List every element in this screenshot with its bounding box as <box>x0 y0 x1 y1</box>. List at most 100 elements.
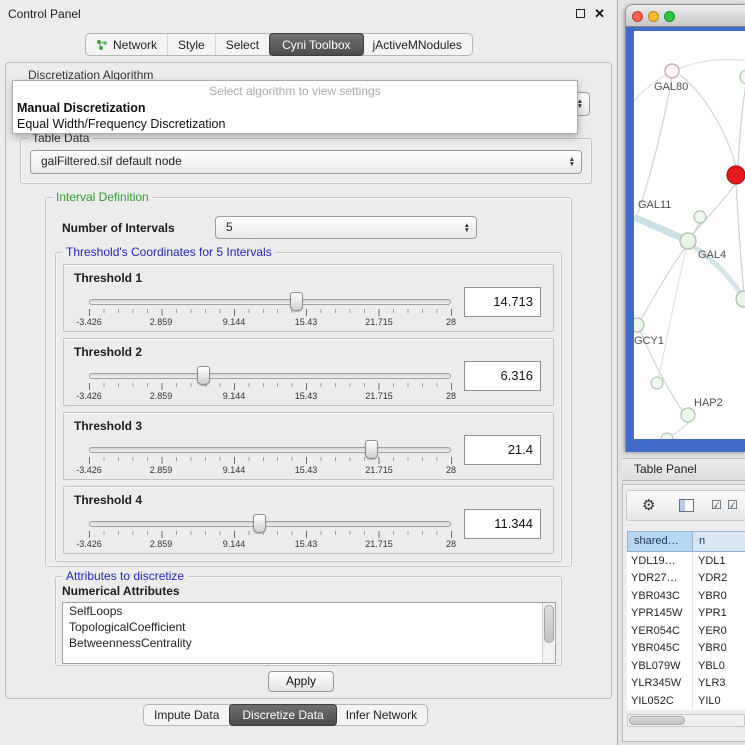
tab-discretize-data[interactable]: Discretize Data <box>229 704 336 726</box>
list-item-selfloops[interactable]: SelfLoops <box>63 603 555 619</box>
network-canvas[interactable]: GAL80 GAL11 GAL4 GCY1 HAP2 <box>634 31 745 439</box>
threshold-3-slider-track[interactable] <box>89 447 451 453</box>
table-row[interactable]: YDR27…YDR2 <box>627 570 745 588</box>
number-of-intervals-label: Number of Intervals <box>62 221 175 235</box>
threshold-1-value-field[interactable]: 14.713 <box>464 287 541 317</box>
threshold-1-panel: Threshold 1 -3.426 2.859 9.144 15.43 21.… <box>63 264 554 332</box>
scale-label: -3.426 <box>67 317 111 327</box>
node-label-gal11: GAL11 <box>638 199 671 211</box>
threshold-4-slider-track[interactable] <box>89 521 451 527</box>
slider-tick-marks <box>89 309 452 316</box>
scale-label: 21.715 <box>357 391 401 401</box>
scale-label: 28 <box>429 465 473 475</box>
network-window-titlebar[interactable] <box>625 4 745 27</box>
scrollbar-thumb[interactable] <box>629 716 685 725</box>
scale-label: 15.43 <box>284 465 328 475</box>
scale-label: 2.859 <box>139 539 183 549</box>
table-data-combobox[interactable]: galFiltered.sif default node ▲▼ <box>30 150 582 174</box>
scale-label: -3.426 <box>67 391 111 401</box>
threshold-4-label: Threshold 4 <box>74 493 142 507</box>
algorithm-dropdown-popup: Select algorithm to view settings Manual… <box>12 80 578 134</box>
network-tab-icon <box>96 39 108 51</box>
table-row[interactable]: YBR045CYBR0 <box>627 640 745 658</box>
column-chooser-icon[interactable] <box>679 499 694 512</box>
network-view-frame: GAL80 GAL11 GAL4 GCY1 HAP2 <box>625 27 745 452</box>
tab-style[interactable]: Style <box>168 34 216 55</box>
node-label-gal80: GAL80 <box>654 81 688 93</box>
combo-stepper-icon[interactable]: ▲▼ <box>569 157 575 167</box>
threshold-3-value-field[interactable]: 21.4 <box>464 435 541 465</box>
threshold-2-label: Threshold 2 <box>74 345 142 359</box>
close-icon[interactable]: ✕ <box>594 6 605 22</box>
table-row[interactable]: YLR345WYLR3 <box>627 675 745 693</box>
cyni-bottom-tabbar: Impute Data Discretize Data Infer Networ… <box>143 704 428 726</box>
gear-icon[interactable]: ⚙ <box>642 496 655 514</box>
list-vertical-scrollbar[interactable] <box>542 603 555 663</box>
scale-label: 15.43 <box>284 539 328 549</box>
tab-impute-data[interactable]: Impute Data <box>144 705 230 725</box>
table-row[interactable]: YDL19…YDL1 <box>627 552 745 570</box>
screen: Control Panel ✕ Network Style Select Cyn… <box>0 0 745 745</box>
scale-label: 21.715 <box>357 317 401 327</box>
slider-tick-marks <box>89 531 452 538</box>
window-title: Control Panel <box>8 7 81 21</box>
table-panel-titlebar[interactable]: Table Panel <box>622 458 745 481</box>
table-horizontal-scrollbar[interactable] <box>627 714 745 727</box>
scale-label: -3.426 <box>67 465 111 475</box>
list-item-betweennesscentrality[interactable]: BetweennessCentrality <box>63 635 555 651</box>
mac-zoom-icon[interactable] <box>664 11 675 22</box>
network-graph <box>634 31 745 439</box>
number-of-intervals-combobox[interactable]: 5 ▲▼ <box>215 216 477 239</box>
threshold-1-slider-track[interactable] <box>89 299 451 305</box>
float-window-icon[interactable] <box>576 9 585 18</box>
tab-infer-network[interactable]: Infer Network <box>336 705 427 725</box>
scale-label: -3.426 <box>67 539 111 549</box>
scale-label: 9.144 <box>212 391 256 401</box>
node-label-gcy1: GCY1 <box>634 335 664 347</box>
scale-label: 2.859 <box>139 391 183 401</box>
threshold-2-value-field[interactable]: 6.316 <box>464 361 541 391</box>
tab-jactivemnodules[interactable]: jActiveMNodules <box>363 34 472 55</box>
select-none-checkbox-icon[interactable]: ☑ <box>727 498 738 512</box>
tab-cyni-toolbox[interactable]: Cyni Toolbox <box>269 33 363 56</box>
dropdown-option-equal-width[interactable]: Equal Width/Frequency Discretization <box>13 116 577 132</box>
scale-label: 21.715 <box>357 465 401 475</box>
table-row[interactable]: YER054CYER0 <box>627 622 745 640</box>
dropdown-placeholder: Select algorithm to view settings <box>13 81 577 100</box>
mac-minimize-icon[interactable] <box>648 11 659 22</box>
select-all-checkbox-icon[interactable]: ☑ <box>711 498 722 512</box>
dropdown-option-manual-discretization[interactable]: Manual Discretization <box>13 100 577 116</box>
mac-close-icon[interactable] <box>632 11 643 22</box>
table-row[interactable]: YBR043CYBR0 <box>627 587 745 605</box>
table-row[interactable]: YIL052CYIL0 <box>627 692 745 710</box>
list-item-topologicalcoefficient[interactable]: TopologicalCoefficient <box>63 619 555 635</box>
apply-button[interactable]: Apply <box>268 671 334 692</box>
node-label-hap2: HAP2 <box>694 397 723 409</box>
threshold-4-value-field[interactable]: 11.344 <box>464 509 541 539</box>
tab-network-label: Network <box>113 38 157 52</box>
scale-label: 9.144 <box>212 317 256 327</box>
control-panel-window: Control Panel ✕ Network Style Select Cyn… <box>0 0 618 745</box>
column-header-name[interactable]: n <box>692 531 745 552</box>
threshold-2-slider-track[interactable] <box>89 373 451 379</box>
table-panel: ⚙ ☑ ☑ shared… n YDL19…YDL1 YDR27…YDR2 YB… <box>622 484 745 742</box>
table-row[interactable]: YBL079WYBL0 <box>627 657 745 675</box>
numerical-attributes-label: Numerical Attributes <box>62 584 180 598</box>
table-toolbar: ⚙ ☑ ☑ <box>626 490 745 521</box>
tab-network[interactable]: Network <box>86 34 168 55</box>
table-rows: YDL19…YDL1 YDR27…YDR2 YBR043CYBR0 YPR145… <box>627 552 745 710</box>
interval-definition-title: Interval Definition <box>52 190 153 204</box>
scrollbar-thumb[interactable] <box>544 605 554 643</box>
scale-label: 9.144 <box>212 539 256 549</box>
column-header-shared[interactable]: shared… <box>627 531 693 552</box>
scale-label: 28 <box>429 317 473 327</box>
tab-select[interactable]: Select <box>216 34 270 55</box>
scale-label: 2.859 <box>139 317 183 327</box>
threshold-1-label: Threshold 1 <box>74 271 142 285</box>
threshold-3-panel: Threshold 3 -3.426 2.859 9.144 15.43 21.… <box>63 412 554 480</box>
table-row[interactable]: YPR145WYPR1 <box>627 605 745 623</box>
combo-stepper-icon[interactable]: ▲▼ <box>464 223 470 233</box>
scale-label: 15.43 <box>284 391 328 401</box>
scale-label: 2.859 <box>139 465 183 475</box>
control-panel-tabbar: Network Style Select Cyni Toolbox jActiv… <box>85 33 473 56</box>
